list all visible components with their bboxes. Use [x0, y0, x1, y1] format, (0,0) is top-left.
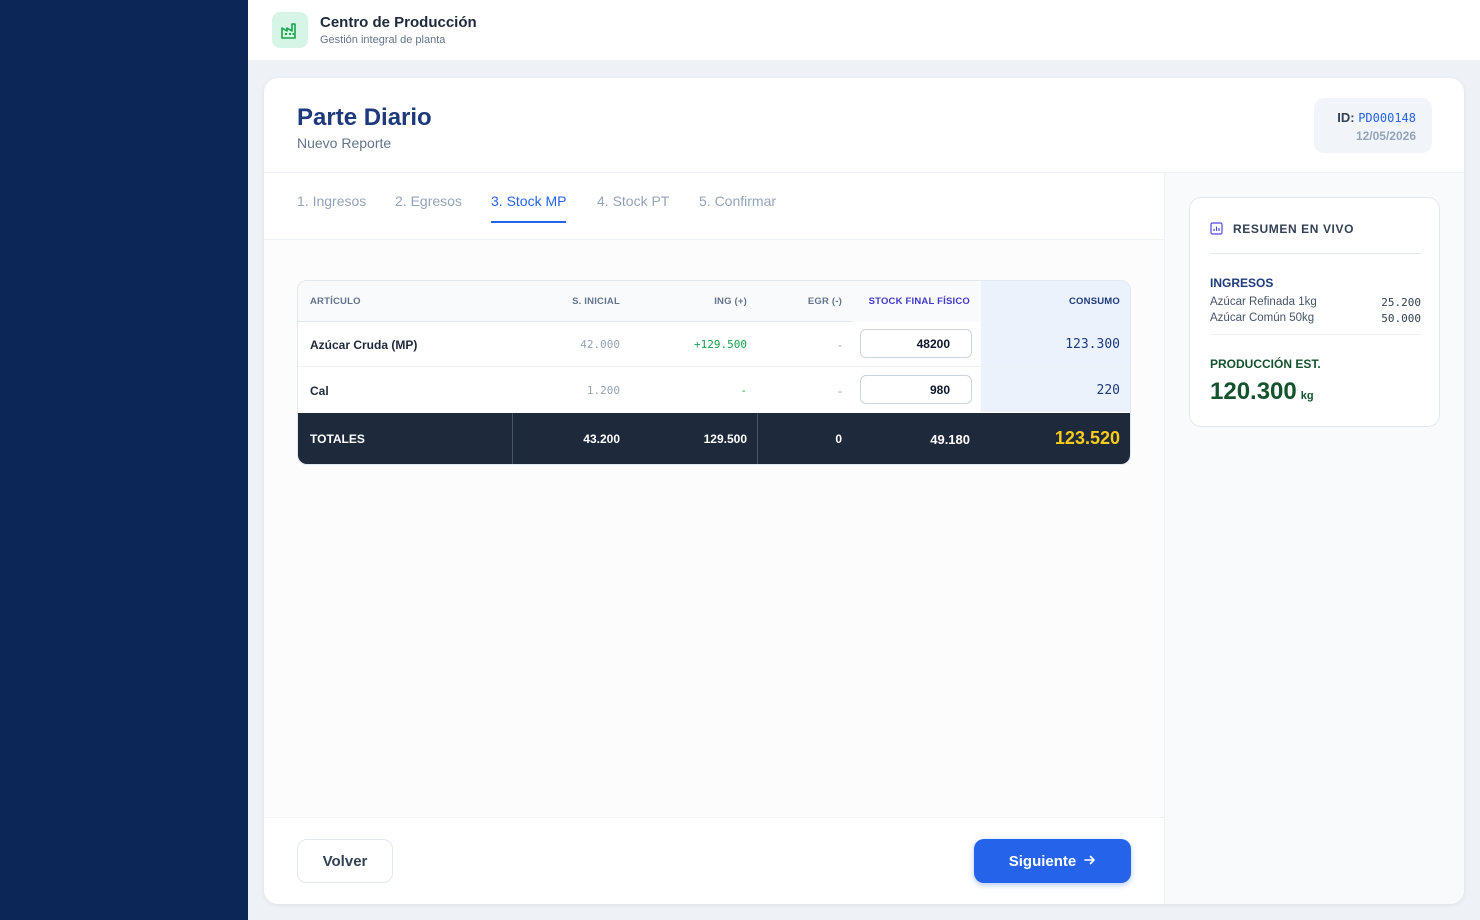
back-button[interactable]: Volver [297, 839, 393, 883]
stock-final-input[interactable] [860, 375, 972, 404]
report-id-box: ID: PD000148 12/05/2026 [1314, 98, 1432, 153]
form-footer: Volver Siguiente [264, 817, 1164, 904]
report-id-label: ID: [1337, 110, 1355, 125]
header-s-inicial: S. INICIAL [572, 296, 620, 307]
row-egr: - [838, 338, 842, 352]
table-row: Azúcar Cruda (MP) 42.000 +129.500 - 123.… [298, 322, 1130, 367]
row-ing: +129.500 [694, 338, 747, 351]
header-stock-final: STOCK FINAL FÍSICO [868, 296, 970, 307]
row-s-inicial: 1.200 [586, 384, 620, 397]
row-consumo: 123.300 [1065, 337, 1120, 352]
chart-icon [1210, 222, 1223, 253]
side-panel: RESUMEN EN VIVO INGRESOS Azúcar Refinada… [1164, 173, 1464, 904]
totals-label: TOTALES [310, 432, 365, 446]
page-title: Parte Diario [297, 104, 432, 131]
header-consumo: CONSUMO [1068, 296, 1120, 307]
next-button[interactable]: Siguiente [974, 839, 1131, 883]
row-s-inicial: 42.000 [580, 338, 620, 351]
app-subtitle: Gestión integral de planta [320, 34, 446, 46]
header-egr: EGR (-) [807, 296, 842, 307]
summary-header: RESUMEN EN VIVO [1210, 222, 1421, 254]
tab-egresos[interactable]: 2. Egresos [395, 193, 462, 221]
tab-stock-pt[interactable]: 4. Stock PT [597, 193, 669, 221]
report-card: Parte Diario Nuevo Reporte ID: PD000148 … [264, 78, 1464, 904]
table-row: Cal 1.200 - - 220 [298, 368, 1130, 413]
tab-confirmar[interactable]: 5. Confirmar [699, 193, 776, 221]
summary-ingresos-label: INGRESOS [1210, 276, 1274, 290]
row-articulo: Azúcar Cruda (MP) [310, 338, 418, 352]
stock-final-input[interactable] [860, 329, 972, 358]
step-tabs: 1. Ingresos 2. Egresos 3. Stock MP 4. St… [264, 173, 1164, 240]
next-button-label: Siguiente [1008, 852, 1077, 870]
stock-mp-table: ARTÍCULO S. INICIAL ING (+) EGR (-) STOC… [297, 280, 1131, 465]
tab-stock-mp[interactable]: 3. Stock MP [491, 193, 567, 223]
table-header-row: ARTÍCULO S. INICIAL ING (+) EGR (-) STOC… [298, 281, 1130, 322]
summary-produccion-value: 120.300 kg [1210, 378, 1314, 405]
totals-s-inicial: 43.200 [583, 432, 620, 446]
row-ing: - [740, 384, 747, 397]
summary-title: RESUMEN EN VIVO [1233, 222, 1355, 236]
row-egr: - [838, 384, 842, 398]
totals-row: TOTALES 43.200 129.500 0 49.180 123.520 [298, 413, 1130, 464]
summary-item: Azúcar Común 50kg 50.000 [1210, 312, 1421, 325]
report-id-value: PD000148 [1358, 111, 1416, 125]
tab-ingresos[interactable]: 1. Ingresos [297, 193, 366, 221]
page-subtitle: Nuevo Reporte [297, 135, 392, 151]
summary-produccion-label: PRODUCCIÓN EST. [1210, 357, 1321, 371]
row-consumo: 220 [1096, 383, 1120, 398]
totals-consumo: 123.520 [1054, 428, 1120, 448]
factory-icon [272, 12, 308, 48]
arrow-right-icon [1084, 854, 1096, 869]
summary-item: Azúcar Refinada 1kg 25.200 [1210, 296, 1421, 309]
sidebar [0, 0, 248, 920]
totals-stock-final: 49.180 [930, 432, 970, 447]
header-ing: ING (+) [714, 296, 747, 307]
live-summary: RESUMEN EN VIVO INGRESOS Azúcar Refinada… [1189, 197, 1440, 427]
report-date: 12/05/2026 [1355, 129, 1416, 143]
totals-egr: 0 [835, 432, 842, 446]
row-articulo: Cal [310, 384, 329, 398]
main-panel: 1. Ingresos 2. Egresos 3. Stock MP 4. St… [264, 173, 1164, 904]
totals-ing: 129.500 [703, 432, 747, 446]
report-header: Parte Diario Nuevo Reporte ID: PD000148 … [264, 78, 1464, 173]
app-title: Centro de Producción [320, 14, 477, 31]
top-bar: Centro de Producción Gestión integral de… [248, 0, 1480, 60]
header-articulo: ARTÍCULO [310, 296, 361, 307]
